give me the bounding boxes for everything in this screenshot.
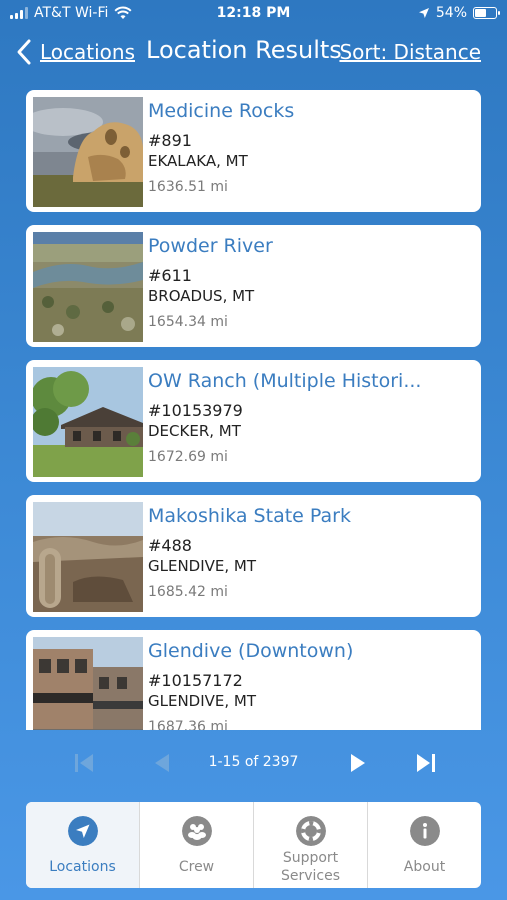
location-name: OW Ranch (Multiple Histori... [148, 370, 422, 392]
location-distance: 1685.42 mi [148, 584, 228, 600]
location-photo [33, 502, 143, 612]
location-number: #10157172 [148, 671, 243, 690]
navigation-arrow-icon [67, 816, 98, 846]
page-title: Location Results [146, 36, 342, 64]
results-list[interactable]: Medicine Rocks #891 EKALAKA, MT 1636.51 … [26, 90, 481, 730]
location-photo [33, 97, 143, 207]
list-item[interactable]: Medicine Rocks #891 EKALAKA, MT 1636.51 … [26, 90, 481, 212]
tab-crew[interactable]: Crew [140, 802, 254, 888]
tab-label: Crew [178, 859, 215, 875]
location-number: #891 [148, 131, 192, 150]
list-item[interactable]: Glendive (Downtown) #10157172 GLENDIVE, … [26, 630, 481, 730]
tab-locations[interactable]: Locations [26, 802, 140, 888]
battery-icon [473, 7, 500, 19]
location-distance: 1636.51 mi [148, 179, 228, 195]
list-item[interactable]: OW Ranch (Multiple Histori... #10153979 … [26, 360, 481, 482]
location-photo [33, 367, 143, 477]
tab-support-services[interactable]: Support Services [254, 802, 368, 888]
next-page-button[interactable] [344, 749, 372, 777]
location-name: Medicine Rocks [148, 100, 295, 122]
battery-percent: 54% [435, 5, 467, 21]
location-number: #10153979 [148, 401, 243, 420]
location-city: GLENDIVE, MT [148, 557, 257, 575]
tab-bar: Locations Crew Support Services About [26, 802, 481, 888]
location-name: Glendive (Downtown) [148, 640, 354, 662]
location-distance: 1687.36 mi [148, 719, 228, 730]
location-distance: 1672.69 mi [148, 449, 228, 465]
location-distance: 1654.34 mi [148, 314, 228, 330]
tab-label: About [403, 859, 446, 875]
location-city: EKALAKA, MT [148, 152, 248, 170]
location-photo [33, 232, 143, 342]
info-icon [409, 816, 440, 846]
location-photo [33, 637, 143, 730]
back-button[interactable]: Locations [14, 38, 135, 66]
location-name: Powder River [148, 235, 273, 257]
navigation-bar: Locations Location Results Sort: Distanc… [0, 32, 507, 74]
sort-button[interactable]: Sort: Distance [339, 40, 481, 64]
last-page-button[interactable] [412, 749, 440, 777]
status-right: 54% [418, 5, 500, 21]
battery-fill [475, 9, 486, 17]
location-city: DECKER, MT [148, 422, 241, 440]
location-arrow-icon [418, 8, 429, 18]
play-right-icon [351, 754, 365, 772]
location-number: #488 [148, 536, 192, 555]
tab-label: Locations [49, 859, 116, 875]
people-icon [181, 816, 212, 846]
skip-last-icon [417, 754, 435, 772]
tab-label: Support Services [280, 850, 341, 884]
back-label: Locations [40, 40, 136, 64]
list-item[interactable]: Makoshika State Park #488 GLENDIVE, MT 1… [26, 495, 481, 617]
location-name: Makoshika State Park [148, 505, 351, 527]
location-city: GLENDIVE, MT [148, 692, 257, 710]
location-number: #611 [148, 266, 192, 285]
lifebuoy-icon [295, 816, 326, 846]
pagination: 1-15 of 2397 [0, 745, 507, 781]
chevron-left-icon [17, 39, 31, 65]
tab-about[interactable]: About [368, 802, 481, 888]
status-bar: AT&T Wi-Fi 12:18 PM 54% [0, 0, 507, 30]
location-city: BROADUS, MT [148, 287, 255, 305]
list-item[interactable]: Powder River #611 BROADUS, MT 1654.34 mi [26, 225, 481, 347]
